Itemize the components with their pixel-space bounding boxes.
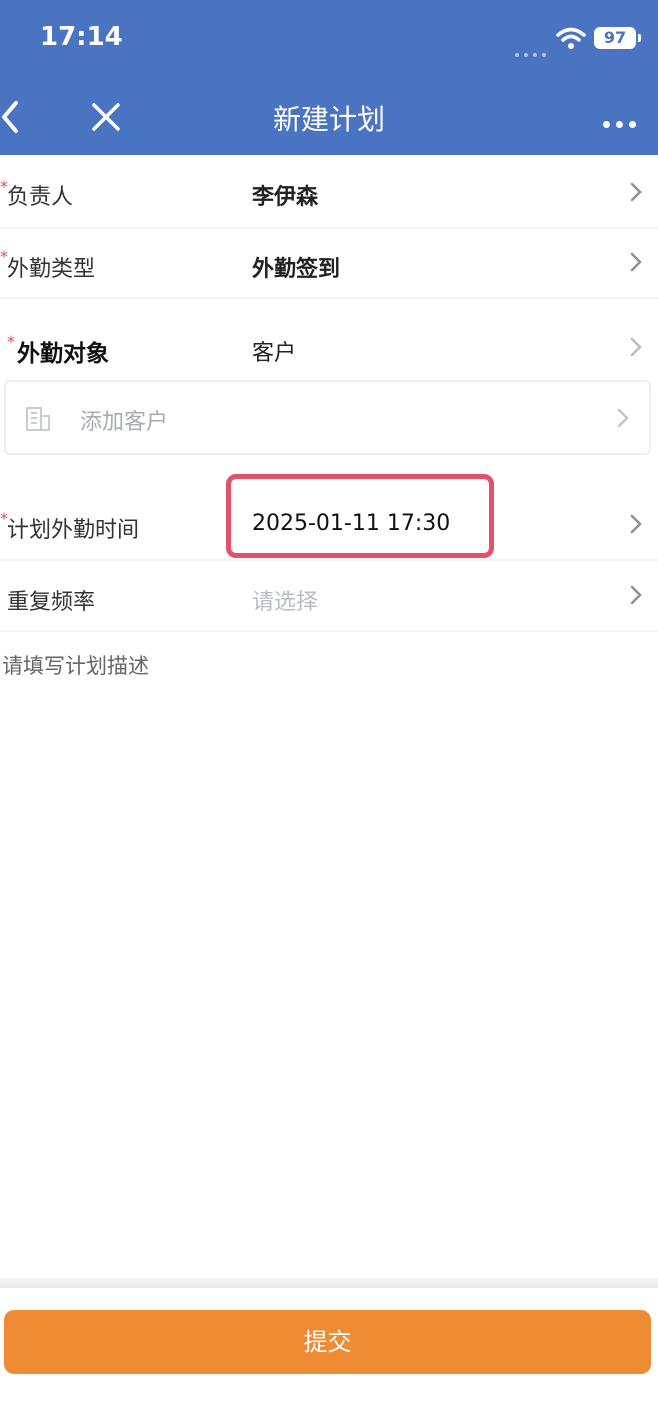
battery-indicator: 97: [594, 27, 641, 49]
add-customer-placeholder: 添加客户: [80, 410, 169, 435]
repeat-row[interactable]: 重复频率 请选择: [0, 560, 658, 632]
owner-label: 负责人: [7, 185, 74, 210]
chevron-right-icon: [630, 252, 642, 272]
signal-icon: [515, 42, 551, 57]
highlight-box: [226, 474, 494, 558]
repeat-placeholder: 请选择: [252, 590, 319, 615]
visit-type-value: 外勤签到: [252, 257, 341, 282]
wifi-icon: [556, 27, 586, 49]
visit-type-row[interactable]: * 外勤类型 外勤签到: [0, 227, 658, 299]
building-icon: [26, 407, 50, 431]
page-title: 新建计划: [272, 103, 385, 136]
chevron-right-icon: [630, 182, 642, 202]
chevron-right-icon: [630, 585, 642, 605]
description-field[interactable]: 请填写计划描述: [2, 650, 149, 680]
chevron-right-icon: [630, 514, 642, 534]
owner-value: 李伊森: [252, 185, 319, 210]
chevron-right-icon: [630, 337, 642, 357]
bottom-divider: [0, 1278, 658, 1288]
chevron-right-icon: [617, 408, 629, 428]
repeat-label: 重复频率: [7, 590, 96, 615]
header: 17:14 97 新建计划: [0, 0, 658, 155]
submit-button[interactable]: 提交: [4, 1310, 651, 1374]
add-customer-field[interactable]: 添加客户: [4, 380, 651, 455]
planned-time-label: 计划外勤时间: [7, 518, 140, 543]
visit-target-row[interactable]: * 外勤对象 客户: [0, 310, 658, 382]
app-screen: 17:14 97 新建计划 * 负责人 李伊森 * 外勤类型 外勤签到 * 外勤…: [0, 0, 658, 1428]
owner-row[interactable]: * 负责人 李伊森: [0, 157, 658, 229]
visit-target-label: 外勤对象: [17, 341, 109, 367]
more-icon[interactable]: [603, 113, 642, 132]
visit-type-label: 外勤类型: [7, 257, 96, 282]
required-mark: *: [7, 332, 15, 351]
visit-target-value: 客户: [252, 341, 297, 366]
status-time: 17:14: [40, 22, 123, 52]
